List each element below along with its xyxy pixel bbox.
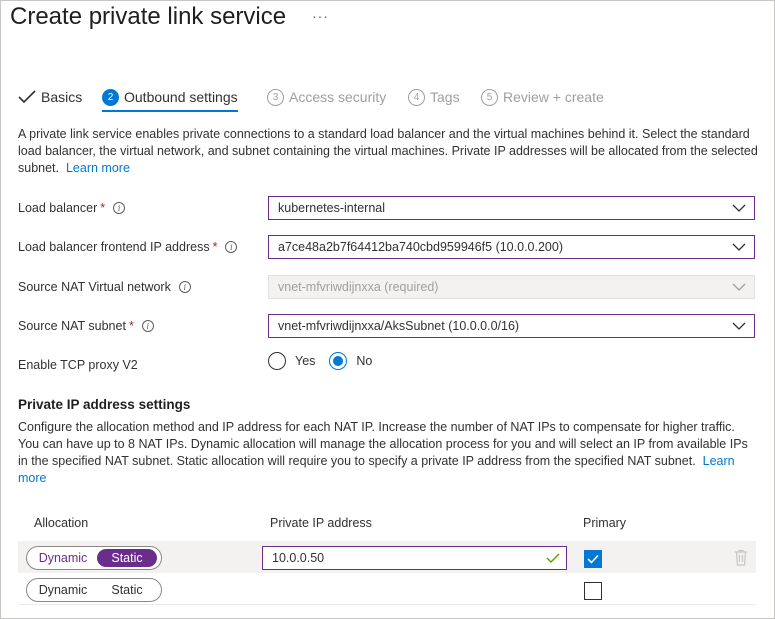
valid-check-icon (546, 553, 560, 563)
private-ip-description: Configure the allocation method and IP a… (18, 419, 758, 487)
tab-label: Tags (430, 89, 460, 105)
radio-no[interactable] (329, 352, 348, 370)
chevron-down-icon (732, 204, 746, 212)
label-text: Source NAT Virtual network (18, 280, 171, 294)
label-text: Source NAT subnet (18, 319, 126, 333)
more-options-button[interactable]: ··· (312, 8, 329, 24)
toggle-static[interactable]: Static (97, 549, 157, 567)
frontend-ip-label: Load balancer frontend IP address * i (18, 240, 238, 254)
tab-label: Basics (41, 89, 83, 105)
source-nat-vnet-dropdown: vnet-mfvriwdijnxxa (required) (268, 275, 755, 299)
load-balancer-dropdown[interactable]: kubernetes-internal (268, 196, 755, 220)
radio-yes[interactable] (268, 352, 286, 370)
required-marker: * (128, 319, 134, 333)
private-ip-section-title: Private IP address settings (18, 397, 191, 412)
tab-outbound-settings[interactable]: 2 Outbound settings (102, 85, 238, 112)
info-icon[interactable]: i (225, 241, 238, 253)
step-number: 3 (267, 88, 284, 106)
tab-review-create[interactable]: 5 Review + create (481, 85, 604, 109)
info-icon[interactable]: i (113, 202, 126, 214)
primary-checkbox[interactable] (584, 550, 602, 568)
label-text: Load balancer frontend IP address (18, 240, 210, 254)
step-number: 5 (481, 88, 498, 106)
frontend-ip-dropdown[interactable]: a7ce48a2b7f64412ba740cbd959946f5 (10.0.0… (268, 235, 755, 259)
label-text: Enable TCP proxy V2 (18, 358, 138, 372)
source-nat-subnet-dropdown[interactable]: vnet-mfvriwdijnxxa/AksSubnet (10.0.0.0/1… (268, 314, 755, 338)
delete-icon[interactable] (733, 549, 749, 566)
column-header-primary: Primary (583, 516, 627, 530)
toggle-dynamic[interactable]: Dynamic (29, 549, 97, 567)
radio-no-label[interactable]: No (356, 354, 372, 368)
primary-checkbox[interactable] (584, 582, 602, 600)
tcp-proxy-radio-group: Yes No (268, 352, 386, 370)
column-header-private-ip: Private IP address (270, 516, 372, 530)
chevron-down-icon (732, 243, 746, 251)
private-ip-input[interactable]: 10.0.0.50 (262, 546, 567, 570)
input-value: 10.0.0.50 (272, 551, 325, 565)
required-marker: * (100, 201, 106, 215)
step-number: 2 (102, 88, 119, 106)
toggle-static[interactable]: Static (97, 581, 157, 599)
intro-description: A private link service enables private c… (18, 126, 758, 177)
allocation-toggle[interactable]: Dynamic Static (26, 578, 162, 602)
required-marker: * (212, 240, 218, 254)
chevron-down-icon (732, 283, 746, 291)
tcp-proxy-label: Enable TCP proxy V2 (18, 358, 138, 372)
source-nat-subnet-label: Source NAT subnet * i (18, 319, 154, 333)
tab-label: Access security (289, 89, 387, 105)
info-icon[interactable]: i (178, 281, 191, 293)
row-divider (18, 604, 756, 605)
chevron-down-icon (732, 322, 746, 330)
step-number: 4 (408, 88, 425, 106)
learn-more-link[interactable]: Learn more (66, 161, 130, 175)
info-icon[interactable]: i (141, 320, 154, 332)
dropdown-value: vnet-mfvriwdijnxxa/AksSubnet (10.0.0.0/1… (278, 319, 520, 333)
column-header-allocation: Allocation (34, 516, 89, 530)
toggle-dynamic[interactable]: Dynamic (29, 581, 97, 599)
source-nat-vnet-label: Source NAT Virtual network i (18, 280, 191, 294)
tab-access-security[interactable]: 3 Access security (267, 85, 386, 109)
tab-label: Outbound settings (124, 89, 238, 105)
private-ip-text: Configure the allocation method and IP a… (18, 420, 748, 468)
label-text: Load balancer (18, 201, 98, 215)
dropdown-value: vnet-mfvriwdijnxxa (required) (278, 280, 439, 294)
tab-basics[interactable]: Basics (18, 85, 82, 109)
load-balancer-label: Load balancer * i (18, 201, 126, 215)
dropdown-value: a7ce48a2b7f64412ba740cbd959946f5 (10.0.0… (278, 240, 563, 254)
radio-dot (333, 356, 344, 366)
tab-label: Review + create (503, 89, 604, 105)
page-title: Create private link service (10, 3, 287, 30)
radio-yes-label[interactable]: Yes (295, 354, 315, 368)
allocation-toggle[interactable]: Dynamic Static (26, 546, 162, 570)
checkmark-icon (18, 90, 36, 104)
checkmark-icon (587, 554, 599, 564)
tab-tags[interactable]: 4 Tags (408, 85, 460, 109)
dropdown-value: kubernetes-internal (278, 201, 386, 215)
